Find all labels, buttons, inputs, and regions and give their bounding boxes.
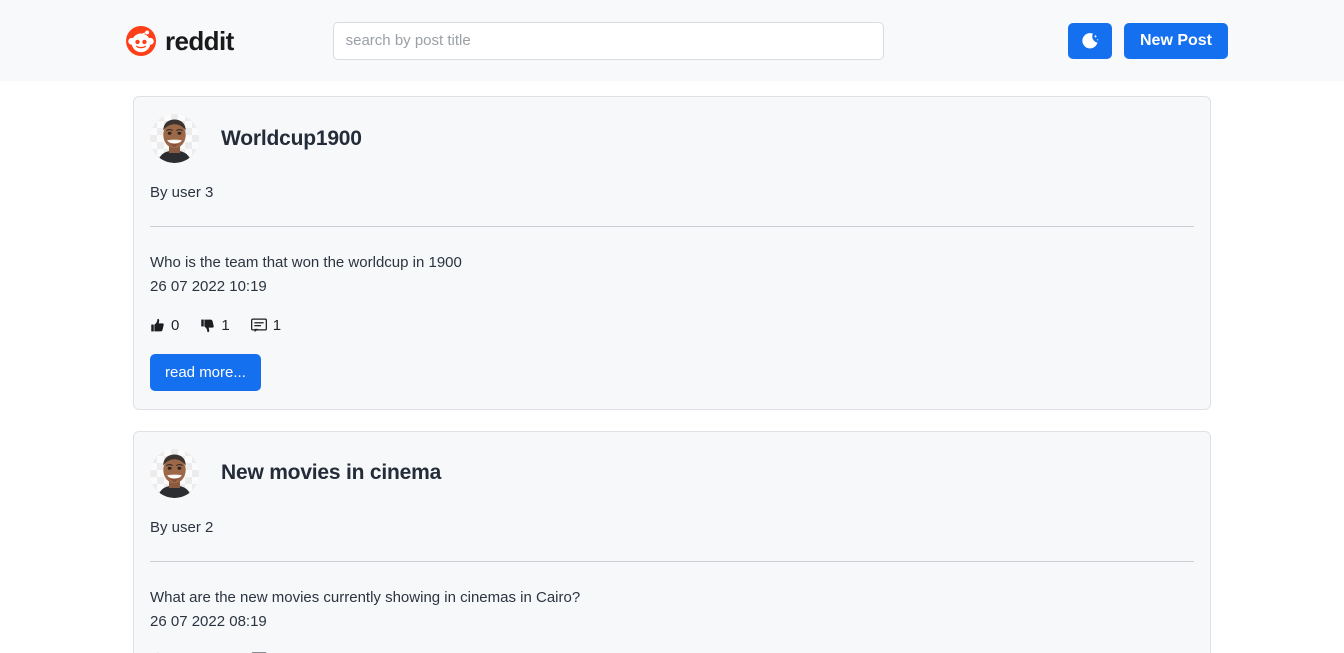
brand-logo[interactable]: reddit xyxy=(126,25,234,56)
like-stat[interactable]: 0 xyxy=(150,317,179,334)
brand-name: reddit xyxy=(165,25,234,56)
post-divider xyxy=(150,560,1194,562)
post-title: Worldcup1900 xyxy=(221,126,362,150)
post-header: New movies in cinema xyxy=(150,448,1194,498)
user-avatar-photo-icon xyxy=(150,114,199,163)
post-author: By user 3 xyxy=(150,184,214,201)
post-divider xyxy=(150,226,1194,227)
post-body: Who is the team that won the worldcup in… xyxy=(150,254,462,271)
dislike-count: 1 xyxy=(221,316,230,334)
post-body: What are the new movies currently showin… xyxy=(150,588,581,606)
post-card: Worldcup1900 By user 3 Who is the team t… xyxy=(133,96,1211,410)
reddit-snoo-logo-icon xyxy=(126,25,156,56)
new-post-button[interactable]: New Post xyxy=(1123,22,1228,59)
post-author: By user 2 xyxy=(150,518,214,536)
search-container xyxy=(332,21,884,60)
dark-mode-toggle-button[interactable] xyxy=(1067,22,1112,59)
comment-bubble-icon xyxy=(250,318,267,332)
like-count: 0 xyxy=(171,316,180,334)
post-title: New movies in cinema xyxy=(221,461,442,485)
post-date: 26 07 2022 08:19 xyxy=(150,612,267,630)
header-actions: New Post xyxy=(1067,22,1228,59)
comment-stat[interactable]: 1 xyxy=(250,316,282,334)
post-stats: 0 1 1 xyxy=(150,317,1194,334)
thumbs-up-icon xyxy=(151,318,164,332)
comment-count: 1 xyxy=(272,316,282,334)
moon-stars-icon xyxy=(1082,32,1099,48)
search-input[interactable] xyxy=(332,21,884,60)
post-feed: Worldcup1900 By user 3 Who is the team t… xyxy=(0,81,1344,653)
dislike-stat[interactable]: 1 xyxy=(200,316,230,334)
read-more-button[interactable]: read more... xyxy=(150,353,261,391)
site-header: reddit New Post xyxy=(0,0,1344,81)
thumbs-down-icon xyxy=(201,319,215,332)
post-card: New movies in cinema By user 2 What are … xyxy=(133,430,1211,653)
post-header: Worldcup1900 xyxy=(150,114,1194,163)
post-date: 26 07 2022 10:19 xyxy=(150,278,267,296)
user-avatar-photo-icon xyxy=(150,448,199,498)
